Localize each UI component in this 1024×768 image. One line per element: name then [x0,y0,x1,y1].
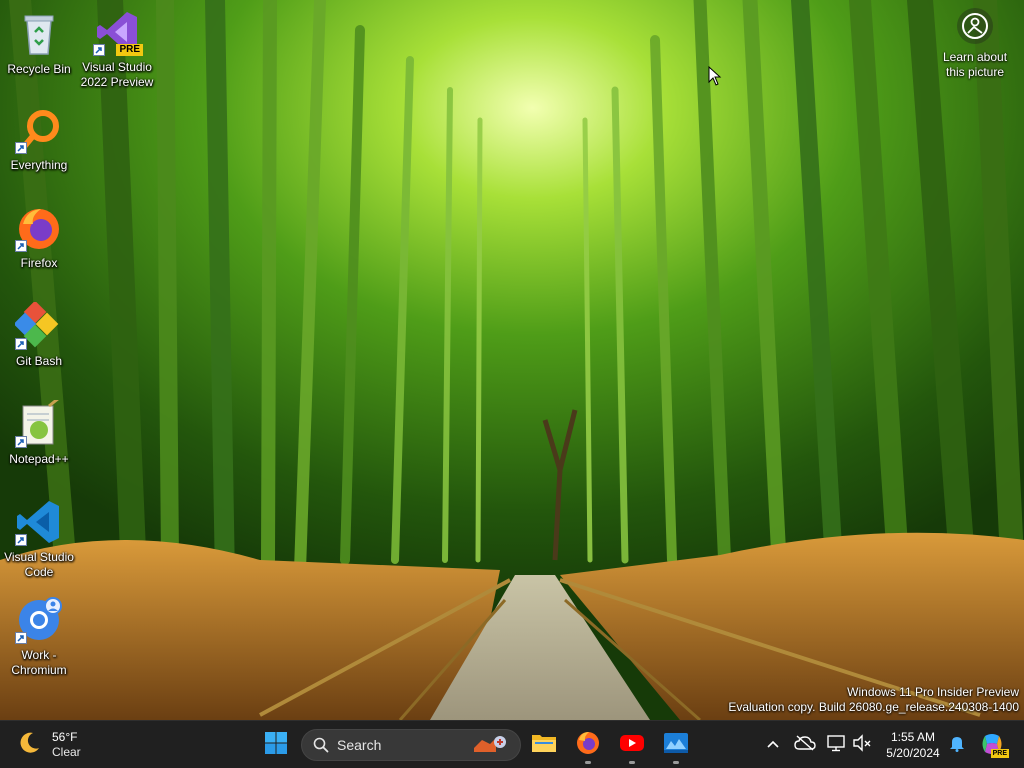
moon-icon [16,730,42,761]
copilot-preview-badge: PRE [990,749,1009,758]
shortcut-arrow-icon [15,338,27,350]
git-bash-label: Git Bash [15,354,63,368]
evaluation-watermark: Windows 11 Pro Insider Preview Evaluatio… [728,685,1019,715]
volume-tray-button[interactable] [850,725,874,765]
watermark-line-2: Evaluation copy. Build 26080.ge_release.… [728,700,1019,714]
show-hidden-icons-button[interactable] [760,725,786,765]
shortcut-arrow-icon [93,44,105,56]
desktop-icon-everything[interactable]: Everything [1,106,77,173]
notification-bell-icon [949,734,965,757]
desktop-icon-visual-studio-2022-preview[interactable]: PRE Visual Studio 2022 Preview [79,8,155,90]
taskbar-youtube[interactable] [612,725,652,765]
clock-time: 1:55 AM [890,730,936,744]
taskbar-search-box[interactable]: Search [301,729,521,761]
firefox-icon [575,730,601,761]
preview-badge: PRE [116,44,143,56]
desktop-icon-firefox[interactable]: Firefox [1,204,77,271]
everything-search-icon [15,106,63,154]
notepad-plus-plus-label: Notepad++ [9,452,69,466]
windows-logo-icon [264,731,288,760]
learn-about-this-picture[interactable]: Learn about this picture [935,8,1015,80]
mouse-pointer-icon [708,65,722,91]
everything-label: Everything [10,158,68,172]
notepad-plus-plus-icon [15,396,63,448]
shortcut-arrow-icon [15,632,27,644]
firefox-icon [15,204,63,252]
chromium-profile-icon [15,596,63,644]
search-placeholder: Search [337,737,382,753]
shortcut-arrow-icon [15,240,27,252]
weather-widget[interactable]: 56°F Clear [16,729,81,761]
running-indicator [673,761,679,764]
taskbar: 56°F Clear Search 1:55 AM 5/20/2024 PRE [0,720,1024,768]
onedrive-tray-button[interactable] [791,725,819,765]
desktop-icon-work-chromium[interactable]: Work - Chromium [1,596,77,678]
vscode-icon [15,498,63,546]
recycle-bin-icon [15,10,63,58]
git-bash-icon [13,300,63,350]
shortcut-arrow-icon [15,534,27,546]
desktop-wallpaper [0,0,1024,720]
recycle-bin-label: Recycle Bin [7,62,71,76]
network-icon [826,734,846,757]
image-app-icon [663,732,689,759]
chevron-up-icon [766,736,780,754]
running-indicator [629,761,635,764]
notification-center-button[interactable] [946,725,968,765]
shortcut-arrow-icon [15,436,27,448]
onedrive-offline-icon [794,734,816,756]
learn-about-label: Learn about this picture [942,50,1008,79]
folder-icon [531,731,557,760]
desktop-icon-notepad-plus-plus[interactable]: Notepad++ [1,396,77,467]
volume-muted-icon [852,733,872,757]
search-highlight-icon [470,734,510,756]
shortcut-arrow-icon [15,142,27,154]
copilot-button[interactable]: PRE [976,725,1010,765]
desktop-icon-git-bash[interactable]: Git Bash [1,300,77,369]
taskbar-clock[interactable]: 1:55 AM 5/20/2024 [878,729,948,761]
running-indicator [585,761,591,764]
work-chromium-label: Work - Chromium [11,648,67,677]
weather-temperature: 56°F [52,730,78,744]
start-button[interactable] [256,725,296,765]
youtube-icon [619,733,645,758]
network-tray-button[interactable] [824,725,848,765]
weather-condition: Clear [52,745,81,759]
taskbar-remote-desktop[interactable] [656,725,696,765]
visual-studio-preview-icon: PRE [93,8,143,56]
taskbar-firefox[interactable] [568,725,608,765]
desktop-icon-visual-studio-code[interactable]: Visual Studio Code [1,498,77,580]
taskbar-file-explorer[interactable] [524,725,564,765]
watermark-line-1: Windows 11 Pro Insider Preview [847,685,1019,699]
desktop-icon-recycle-bin[interactable]: Recycle Bin [1,10,77,77]
visual-studio-preview-label: Visual Studio 2022 Preview [80,60,154,89]
spotlight-camera-icon [957,8,993,44]
copilot-icon: PRE [979,732,1009,758]
firefox-label: Firefox [20,256,58,270]
vscode-label: Visual Studio Code [4,550,74,579]
search-icon [313,737,329,753]
clock-date: 5/20/2024 [886,746,940,760]
